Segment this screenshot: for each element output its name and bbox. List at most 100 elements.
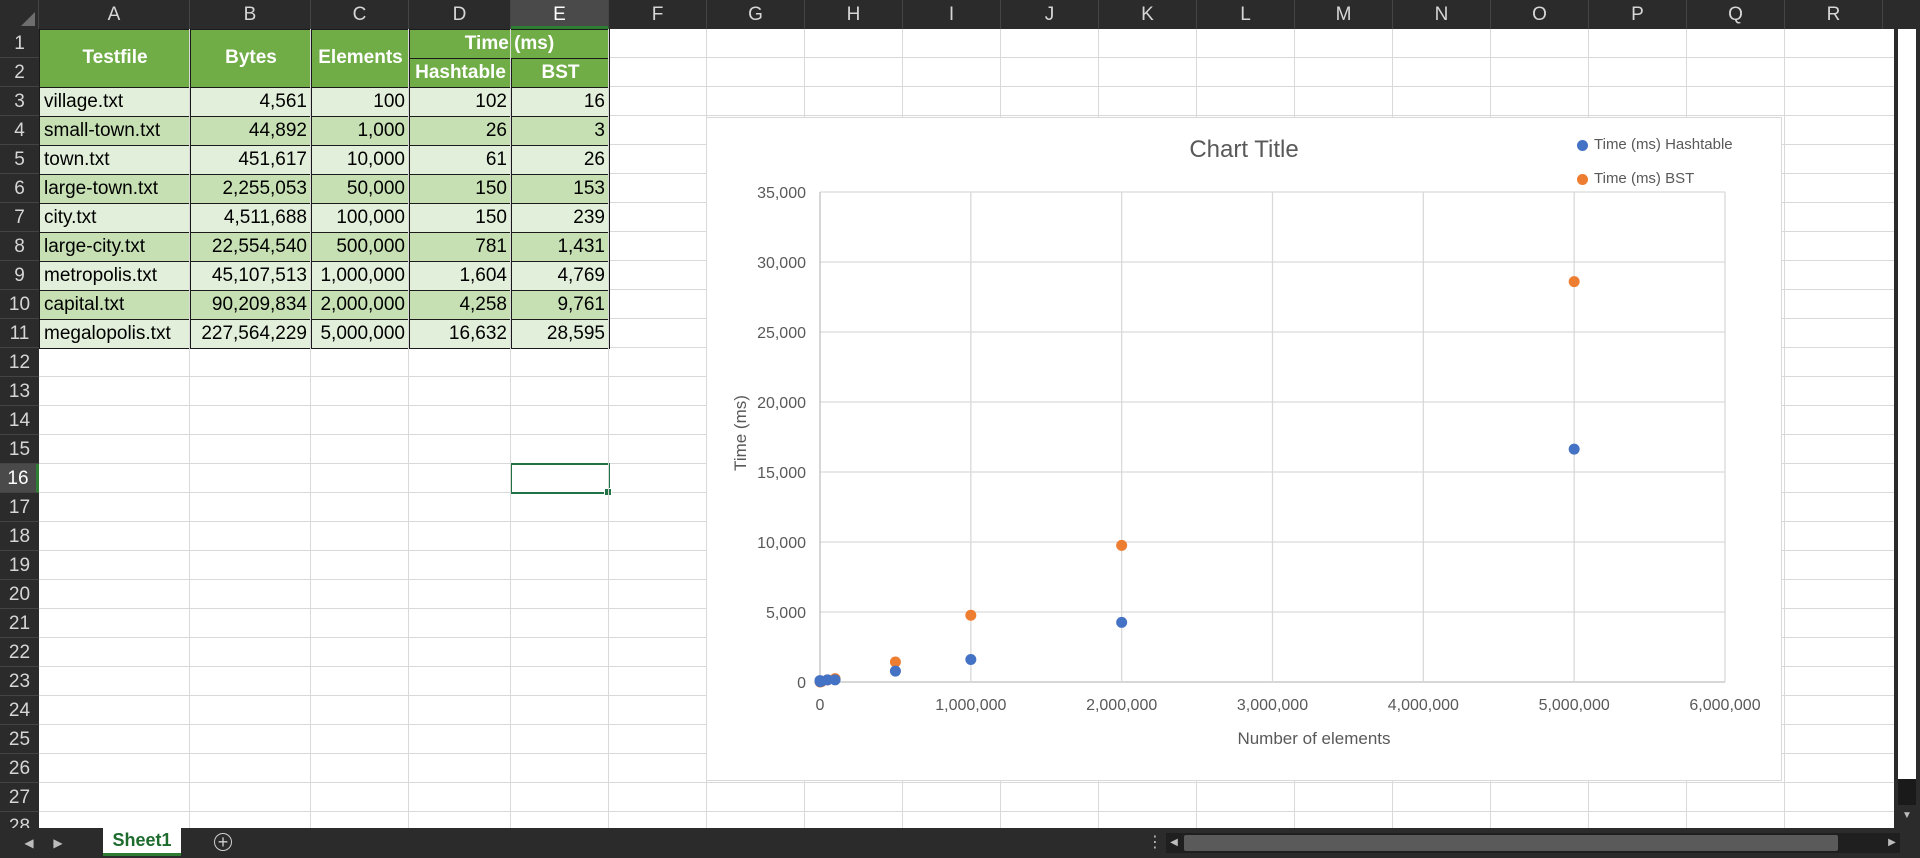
column-header-f[interactable]: F — [609, 0, 707, 29]
row-header-8[interactable]: 8 — [0, 232, 39, 261]
row-header-22[interactable]: 22 — [0, 638, 39, 667]
column-header-b[interactable]: B — [190, 0, 311, 29]
cell-hashtable[interactable]: 1,604 — [409, 261, 512, 291]
column-header-d[interactable]: D — [409, 0, 511, 29]
row-header-15[interactable]: 15 — [0, 435, 39, 464]
cell-bst[interactable]: 3 — [511, 116, 610, 146]
header-bst[interactable]: BST — [511, 58, 610, 88]
vertical-scrollbar[interactable]: ▼ — [1894, 29, 1920, 828]
row-header-20[interactable]: 20 — [0, 580, 39, 609]
cell-bytes[interactable]: 2,255,053 — [190, 174, 312, 204]
row-header-19[interactable]: 19 — [0, 551, 39, 580]
cell-testfile[interactable]: village.txt — [39, 87, 191, 117]
y-axis-title[interactable]: Time (ms) — [731, 393, 751, 473]
cell-bytes[interactable]: 44,892 — [190, 116, 312, 146]
cell-hashtable[interactable]: 4,258 — [409, 290, 512, 320]
cell-bst[interactable]: 239 — [511, 203, 610, 233]
x-axis-title[interactable]: Number of elements — [707, 729, 1781, 749]
cell-elements[interactable]: 2,000,000 — [311, 290, 410, 320]
cell-bytes[interactable]: 45,107,513 — [190, 261, 312, 291]
cell-testfile[interactable]: capital.txt — [39, 290, 191, 320]
row-header-28[interactable]: 28 — [0, 812, 39, 828]
cell-hashtable[interactable]: 102 — [409, 87, 512, 117]
column-header-o[interactable]: O — [1491, 0, 1589, 29]
chevron-left-icon[interactable]: ◀ — [18, 828, 40, 858]
cell-testfile[interactable]: small-town.txt — [39, 116, 191, 146]
vertical-scroll-thumb[interactable] — [1898, 779, 1916, 805]
cell-bst[interactable]: 26 — [511, 145, 610, 175]
chart-legend[interactable]: Time (ms) Hashtable Time (ms) BST — [1577, 128, 1733, 196]
row-header-13[interactable]: 13 — [0, 377, 39, 406]
cell-testfile[interactable]: metropolis.txt — [39, 261, 191, 291]
cell-bst[interactable]: 9,761 — [511, 290, 610, 320]
header-hashtable[interactable]: Hashtable — [409, 58, 512, 88]
scroll-down-icon[interactable]: ▼ — [1898, 807, 1916, 825]
header-bytes[interactable]: Bytes — [190, 29, 312, 88]
cell-elements[interactable]: 100,000 — [311, 203, 410, 233]
cell-bst[interactable]: 16 — [511, 87, 610, 117]
row-header-16[interactable]: 16 — [0, 464, 39, 493]
select-all-corner[interactable] — [0, 0, 39, 29]
horizontal-scrollbar[interactable]: ◀ ▶ — [1166, 833, 1900, 853]
row-header-10[interactable]: 10 — [0, 290, 39, 319]
cell-elements[interactable]: 500,000 — [311, 232, 410, 262]
column-header-i[interactable]: I — [903, 0, 1001, 29]
cell-bst[interactable]: 153 — [511, 174, 610, 204]
column-header-h[interactable]: H — [805, 0, 903, 29]
horizontal-scroll-thumb[interactable] — [1184, 835, 1838, 851]
row-header-6[interactable]: 6 — [0, 174, 39, 203]
column-header-k[interactable]: K — [1099, 0, 1197, 29]
row-header-24[interactable]: 24 — [0, 696, 39, 725]
column-header-g[interactable]: G — [707, 0, 805, 29]
row-header-14[interactable]: 14 — [0, 406, 39, 435]
header-elements[interactable]: Elements — [311, 29, 410, 88]
cell-elements[interactable]: 1,000,000 — [311, 261, 410, 291]
row-header-3[interactable]: 3 — [0, 87, 39, 116]
selected-cell[interactable] — [510, 463, 612, 496]
row-header-25[interactable]: 25 — [0, 725, 39, 754]
row-header-12[interactable]: 12 — [0, 348, 39, 377]
chevron-right-icon[interactable]: ▶ — [47, 828, 69, 858]
cell-hashtable[interactable]: 16,632 — [409, 319, 512, 349]
cell-testfile[interactable]: city.txt — [39, 203, 191, 233]
row-header-9[interactable]: 9 — [0, 261, 39, 290]
cell-bytes[interactable]: 90,209,834 — [190, 290, 312, 320]
cell-elements[interactable]: 1,000 — [311, 116, 410, 146]
cell-bst[interactable]: 28,595 — [511, 319, 610, 349]
column-header-q[interactable]: Q — [1687, 0, 1785, 29]
column-header-n[interactable]: N — [1393, 0, 1491, 29]
row-header-26[interactable]: 26 — [0, 754, 39, 783]
cell-testfile[interactable]: megalopolis.txt — [39, 319, 191, 349]
cell-bst[interactable]: 1,431 — [511, 232, 610, 262]
cell-bst[interactable]: 4,769 — [511, 261, 610, 291]
row-header-21[interactable]: 21 — [0, 609, 39, 638]
row-header-23[interactable]: 23 — [0, 667, 39, 696]
column-header-e[interactable]: E — [511, 0, 609, 29]
column-header-r[interactable]: R — [1785, 0, 1883, 29]
row-header-11[interactable]: 11 — [0, 319, 39, 348]
row-header-1[interactable]: 1 — [0, 29, 39, 58]
row-header-7[interactable]: 7 — [0, 203, 39, 232]
cell-hashtable[interactable]: 150 — [409, 203, 512, 233]
cell-elements[interactable]: 5,000,000 — [311, 319, 410, 349]
cell-hashtable[interactable]: 781 — [409, 232, 512, 262]
column-header-c[interactable]: C — [311, 0, 409, 29]
cell-bytes[interactable]: 4,511,688 — [190, 203, 312, 233]
cell-testfile[interactable]: large-town.txt — [39, 174, 191, 204]
cell-testfile[interactable]: town.txt — [39, 145, 191, 175]
cell-bytes[interactable]: 4,561 — [190, 87, 312, 117]
cell-bytes[interactable]: 22,554,540 — [190, 232, 312, 262]
row-header-17[interactable]: 17 — [0, 493, 39, 522]
vertical-scroll-track[interactable] — [1898, 29, 1916, 779]
row-header-5[interactable]: 5 — [0, 145, 39, 174]
scroll-left-icon[interactable]: ◀ — [1166, 833, 1182, 853]
column-header-p[interactable]: P — [1589, 0, 1687, 29]
column-header-a[interactable]: A — [39, 0, 190, 29]
cell-bytes[interactable]: 451,617 — [190, 145, 312, 175]
cell-elements[interactable]: 100 — [311, 87, 410, 117]
cell-hashtable[interactable]: 61 — [409, 145, 512, 175]
column-header-j[interactable]: J — [1001, 0, 1099, 29]
scatter-chart[interactable]: 0 5,000 10,000 15,000 20,000 25,000 30,000 35,0… — [706, 117, 1782, 781]
cell-elements[interactable]: 50,000 — [311, 174, 410, 204]
cell-bytes[interactable]: 227,564,229 — [190, 319, 312, 349]
